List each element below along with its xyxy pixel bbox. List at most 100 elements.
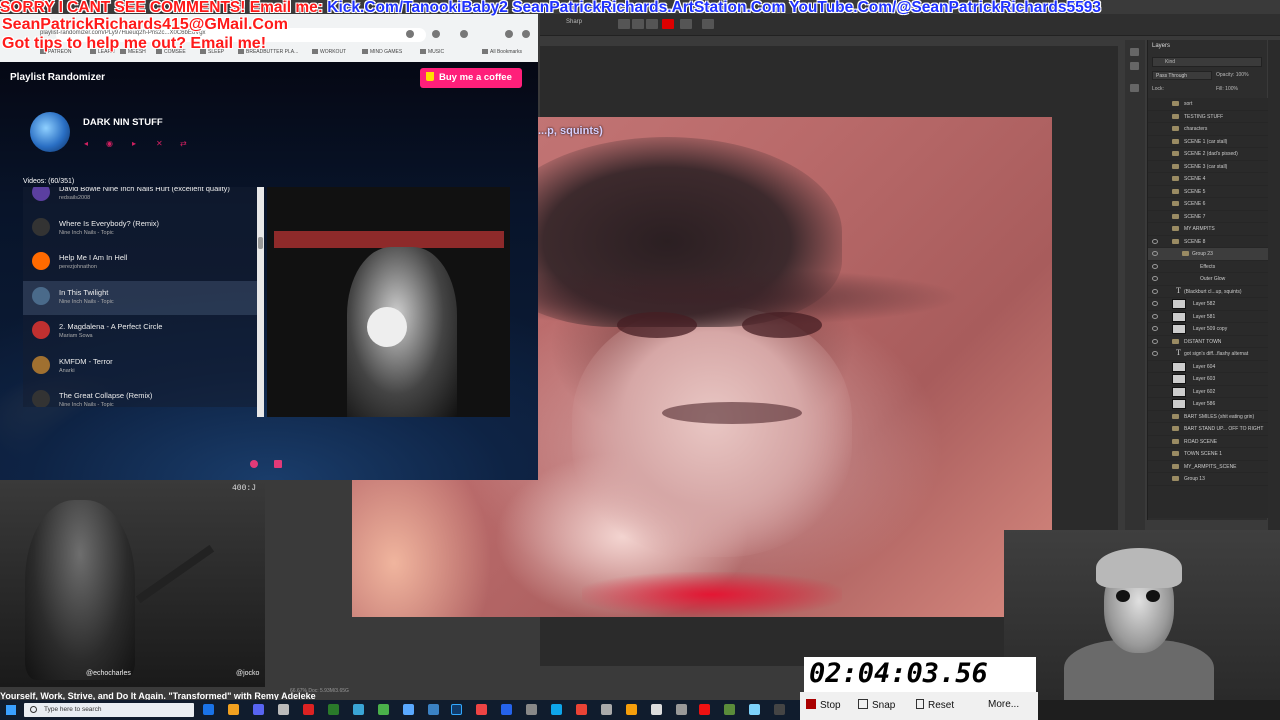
layer-row[interactable]: Layer 581 xyxy=(1148,311,1268,323)
layer-row[interactable]: SCENE 2 (dad's pissed) xyxy=(1148,148,1268,161)
layer-row[interactable]: characters xyxy=(1148,123,1268,136)
taskbar-search[interactable]: Type here to search xyxy=(24,703,194,717)
layer-row[interactable]: Layer 509 copy xyxy=(1148,323,1268,336)
more-button[interactable]: More... xyxy=(988,699,1019,710)
video-player[interactable] xyxy=(267,187,510,417)
app-icon-10[interactable] xyxy=(601,704,612,715)
brush-panel-icon[interactable] xyxy=(1130,62,1139,70)
start-icon[interactable] xyxy=(6,705,16,715)
app-icon-11[interactable] xyxy=(626,704,637,715)
next-icon[interactable]: ▸ xyxy=(132,139,136,148)
align-left-icon[interactable] xyxy=(618,19,630,29)
settings-icon[interactable] xyxy=(274,460,282,468)
video-list-item[interactable]: Where Is Everybody? (Remix) Nine Inch Nai… xyxy=(23,212,257,246)
layer-row[interactable]: Outer Glow xyxy=(1148,273,1268,286)
bookmark-star-icon[interactable] xyxy=(406,30,414,38)
layer-row[interactable]: SCENE 8 xyxy=(1148,236,1268,248)
scrollbar-thumb[interactable] xyxy=(258,237,263,249)
app-icon-14[interactable] xyxy=(699,704,710,715)
app-icon-4[interactable] xyxy=(378,704,389,715)
layer-row[interactable]: SCENE 3 (car stall) xyxy=(1148,161,1268,173)
bookmark-item[interactable]: MIND GAMES xyxy=(362,49,402,55)
video-list-item[interactable]: KMFDM - Terror Anarki xyxy=(23,350,257,384)
bookmark-item[interactable]: MUSIC xyxy=(420,49,444,55)
layer-row[interactable]: MY_ARMPITS_SCENE xyxy=(1148,461,1268,473)
align-right-icon[interactable] xyxy=(646,19,658,29)
character-panel-icon[interactable] xyxy=(702,19,714,29)
app-icon-13[interactable] xyxy=(676,704,687,715)
layer-row[interactable]: TOWN SCENE 1 xyxy=(1148,448,1268,461)
visibility-eye-icon[interactable] xyxy=(1152,326,1158,331)
extension-icon[interactable] xyxy=(460,30,468,38)
layer-row[interactable]: Layer 586 xyxy=(1148,398,1268,411)
visibility-eye-icon[interactable] xyxy=(1152,313,1158,319)
layer-row[interactable]: BART SMILES (shit eating grin) xyxy=(1148,411,1268,423)
visibility-eye-icon[interactable] xyxy=(1152,288,1158,294)
play-icon[interactable]: ◉ xyxy=(106,139,113,148)
layer-row[interactable]: Layer 602 xyxy=(1148,386,1268,398)
layer-row[interactable]: SCENE 7 xyxy=(1148,211,1268,223)
app-icon-1[interactable] xyxy=(278,704,289,715)
layer-row[interactable]: Layer 603 xyxy=(1148,373,1268,386)
layer-row[interactable]: BART STAND UP... OFF TO RIGHT xyxy=(1148,423,1268,436)
video-list-item[interactable]: 2. Magdalena - A Perfect Circle Mariam So… xyxy=(23,315,257,349)
layer-row[interactable]: Layer 604 xyxy=(1148,361,1268,373)
app-icon-3[interactable] xyxy=(353,704,364,715)
visibility-eye-icon[interactable] xyxy=(1152,263,1158,269)
layer-row[interactable]: Effects xyxy=(1148,261,1268,273)
visibility-eye-icon[interactable] xyxy=(1152,251,1158,256)
app-icon-15[interactable] xyxy=(724,704,735,715)
layer-row[interactable]: Group 13 xyxy=(1148,473,1268,486)
video-list-item[interactable]: The Great Collapse (Remix) Nine Inch Nail… xyxy=(23,384,257,407)
terminal-icon[interactable] xyxy=(203,704,214,715)
text-color-swatch[interactable] xyxy=(662,19,674,29)
app-icon-8[interactable] xyxy=(526,704,537,715)
app-icon-9[interactable] xyxy=(576,704,587,715)
app-icon-12[interactable] xyxy=(651,704,662,715)
visibility-eye-icon[interactable] xyxy=(1152,238,1158,244)
visibility-eye-icon[interactable] xyxy=(1152,351,1158,356)
info-icon[interactable] xyxy=(250,460,258,468)
layer-row[interactable]: SCENE 6 xyxy=(1148,198,1268,211)
layer-row[interactable]: Tgot sign's diff...flashy alternat xyxy=(1148,348,1268,361)
stop-button[interactable]: Stop xyxy=(806,699,841,711)
repeat-icon[interactable]: ⇄ xyxy=(180,139,187,148)
edge-icon[interactable] xyxy=(551,704,562,715)
files-icon[interactable] xyxy=(228,704,239,715)
layer-row[interactable]: MY ARMPITS xyxy=(1148,223,1268,236)
obs-icon[interactable] xyxy=(303,704,314,715)
layer-row[interactable]: T (Blackburt cl...up, squints) xyxy=(1148,286,1268,298)
layer-row[interactable]: sort xyxy=(1148,98,1268,111)
discord-icon[interactable] xyxy=(253,704,264,715)
layer-row[interactable]: DISTANT TOWN xyxy=(1148,336,1268,348)
layers-filter[interactable]: Kind xyxy=(1152,57,1262,67)
photoshop-icon[interactable] xyxy=(451,704,462,715)
character-icon[interactable] xyxy=(1130,84,1139,92)
visibility-eye-icon[interactable] xyxy=(1152,276,1158,281)
opacity-field[interactable]: Opacity: 100% xyxy=(1216,72,1249,78)
video-list-item[interactable]: In This Twilight Nine Inch Nails - Topic xyxy=(23,280,257,315)
visibility-eye-icon[interactable] xyxy=(1152,338,1158,344)
shuffle-icon[interactable]: ✕ xyxy=(156,139,163,148)
blend-mode-select[interactable]: Pass Through xyxy=(1152,71,1212,80)
previous-icon[interactable]: ◂ xyxy=(84,139,88,148)
buy-coffee-button[interactable]: Buy me a coffee xyxy=(420,68,522,88)
reset-button[interactable]: Reset xyxy=(916,699,954,711)
video-list-item[interactable]: Help Me I Am In Hell perezjohnathon xyxy=(23,246,257,280)
snap-button[interactable]: Snap xyxy=(858,699,895,711)
app-icon-7[interactable] xyxy=(501,704,512,715)
fill-field[interactable]: Fill: 100% xyxy=(1216,86,1238,92)
align-center-icon[interactable] xyxy=(632,19,644,29)
video-list-scrollbar[interactable] xyxy=(257,187,264,417)
bookmark-item[interactable]: WORKOUT xyxy=(312,49,346,55)
layer-row[interactable]: Group 23 xyxy=(1148,248,1268,261)
app-icon-2[interactable] xyxy=(328,704,339,715)
app-icon-6[interactable] xyxy=(428,704,439,715)
layer-row[interactable]: Layer 582 xyxy=(1148,298,1268,311)
layers-tab[interactable]: Layers xyxy=(1152,43,1170,49)
app-icon-5[interactable] xyxy=(403,704,414,715)
app-icon-17[interactable] xyxy=(774,704,785,715)
bookmark-item[interactable]: All Bookmarks xyxy=(482,49,522,55)
history-icon[interactable] xyxy=(1130,48,1139,56)
antialias-select[interactable]: Sharp xyxy=(566,19,582,25)
